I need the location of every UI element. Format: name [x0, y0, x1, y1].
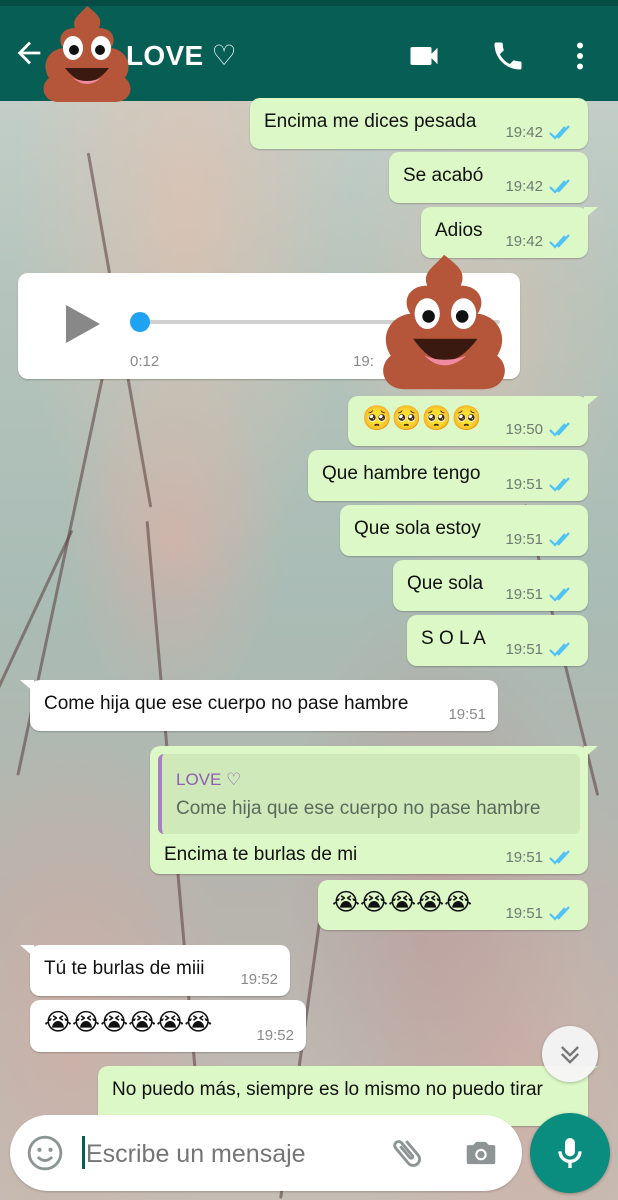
- video-camera-icon[interactable]: [406, 38, 442, 74]
- double-check-icon: [549, 587, 570, 602]
- message-text: Se acabó: [403, 165, 484, 186]
- message-time: 19:51: [505, 641, 543, 658]
- quoted-message[interactable]: LOVE ♡ Come hija que ese cuerpo no pase …: [158, 754, 580, 834]
- message-bubble[interactable]: 😭😭😭😭😭 19:51: [318, 880, 588, 930]
- poop-sticker-icon: [43, 6, 131, 102]
- message-text: Come hija que ese cuerpo no pase hambre: [44, 693, 409, 714]
- message-text: Que sola estoy: [354, 518, 481, 539]
- message-text: S O L A: [421, 628, 486, 649]
- message-text: Adios: [435, 220, 483, 241]
- double-check-icon: [549, 906, 570, 921]
- message-time: 19:42: [505, 233, 543, 250]
- message-bubble[interactable]: 🥺🥺🥺🥺 19:50: [348, 396, 598, 446]
- message-bubble[interactable]: 😭😭😭😭😭😭 19:52: [30, 1000, 306, 1052]
- message-text: Tú te burlas de miii: [44, 958, 205, 979]
- message-composer: [10, 1115, 522, 1191]
- scroll-to-bottom-button[interactable]: [542, 1026, 598, 1082]
- phone-icon[interactable]: [490, 38, 526, 74]
- double-check-icon: [549, 477, 570, 492]
- voice-elapsed: 0:12: [130, 353, 160, 370]
- message-bubble[interactable]: Que sola estoy 19:51: [340, 505, 588, 556]
- quoted-sender: LOVE ♡: [176, 770, 242, 789]
- message-bubble[interactable]: Tú te burlas de miii 19:52: [20, 945, 290, 996]
- message-time: 19:42: [505, 124, 543, 141]
- message-time: 19:52: [256, 1027, 294, 1044]
- message-time: 19:51: [505, 531, 543, 548]
- message-time: 19:51: [505, 476, 543, 493]
- message-text: Que hambre tengo: [322, 463, 481, 484]
- message-bubble[interactable]: Encima me dices pesada 19:42: [250, 98, 588, 149]
- double-check-icon: [549, 179, 570, 194]
- message-text: Encima me dices pesada: [264, 111, 477, 132]
- poop-sticker-icon: [383, 254, 505, 390]
- double-check-icon: [549, 532, 570, 547]
- message-input[interactable]: [84, 1135, 378, 1173]
- message-time: 19:51: [448, 706, 486, 723]
- quoted-text: Come hija que ese cuerpo no pase hambre: [176, 798, 541, 819]
- message-bubble[interactable]: Se acabó 19:42: [389, 152, 588, 203]
- microphone-button[interactable]: [530, 1113, 610, 1193]
- emoji-message: 😭😭😭😭😭: [332, 889, 473, 916]
- message-bubble[interactable]: LOVE ♡ Come hija que ese cuerpo no pase …: [150, 746, 598, 874]
- double-check-icon: [549, 642, 570, 657]
- message-time: 19:51: [505, 905, 543, 922]
- message-time: 19:51: [505, 586, 543, 603]
- message-time: 19:: [353, 353, 374, 370]
- audio-seek-handle[interactable]: [130, 312, 150, 332]
- contact-name[interactable]: LOVE ♡: [126, 39, 237, 72]
- double-check-icon: [549, 125, 570, 140]
- chevron-double-down-icon: [561, 1046, 579, 1064]
- message-text: No puedo más, siempre es lo mismo no pue…: [112, 1079, 543, 1100]
- message-bubble[interactable]: Que sola 19:51: [393, 560, 588, 611]
- double-check-icon: [549, 422, 570, 437]
- message-time: 19:52: [240, 971, 278, 988]
- message-time: 19:42: [505, 178, 543, 195]
- message-time: 19:50: [505, 421, 543, 438]
- microphone-icon: [558, 1138, 582, 1168]
- camera-icon[interactable]: [462, 1134, 500, 1172]
- double-check-icon: [549, 850, 570, 865]
- message-text: Que sola: [407, 573, 484, 594]
- message-bubble[interactable]: Que hambre tengo 19:51: [308, 450, 588, 501]
- play-icon[interactable]: [66, 305, 100, 343]
- emoji-icon[interactable]: [26, 1134, 64, 1172]
- message-text: Encima te burlas de mi: [164, 844, 358, 865]
- message-time: 19:51: [505, 849, 543, 866]
- message-bubble[interactable]: S O L A 19:51: [407, 615, 588, 666]
- message-bubble[interactable]: Come hija que ese cuerpo no pase hambre …: [20, 680, 498, 731]
- emoji-message: 😭😭😭😭😭😭: [44, 1009, 213, 1036]
- more-vert-icon[interactable]: [562, 38, 598, 74]
- message-bubble[interactable]: Adios 19:42: [421, 207, 598, 258]
- double-check-icon: [549, 234, 570, 249]
- emoji-message: 🥺🥺🥺🥺: [362, 405, 482, 432]
- paperclip-icon[interactable]: [388, 1134, 426, 1172]
